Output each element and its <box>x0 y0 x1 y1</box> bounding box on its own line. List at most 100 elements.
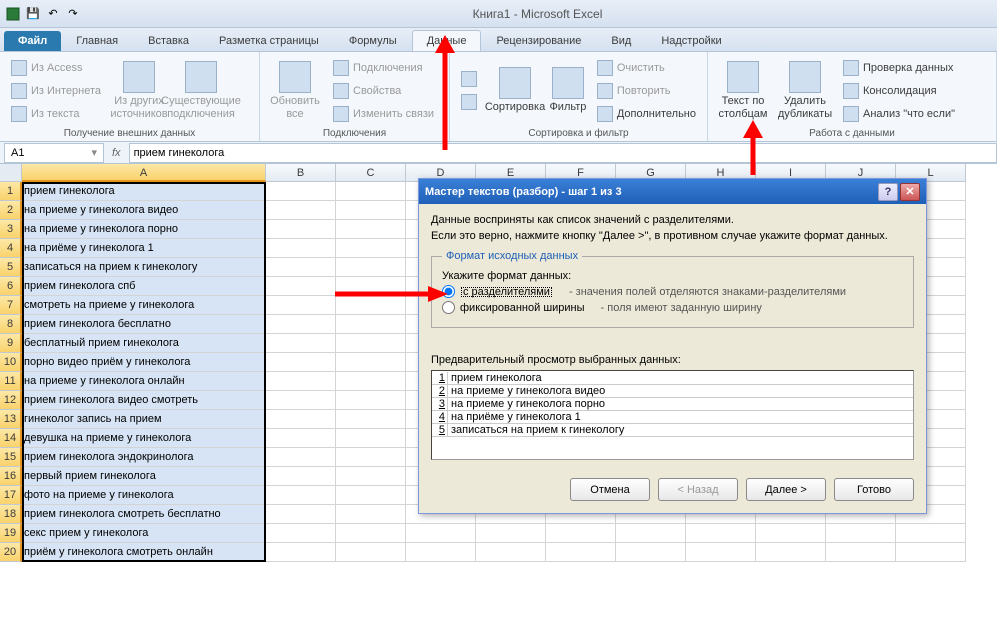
row-header[interactable]: 15 <box>0 448 22 467</box>
cell[interactable] <box>266 543 336 562</box>
cell[interactable] <box>336 334 406 353</box>
cell[interactable] <box>266 201 336 220</box>
row-header[interactable]: 8 <box>0 315 22 334</box>
cell[interactable] <box>546 524 616 543</box>
cell[interactable] <box>336 410 406 429</box>
cell[interactable]: прием гинеколога спб <box>22 277 266 296</box>
refresh-all-button[interactable]: Обновить все <box>266 58 324 124</box>
row-header[interactable]: 3 <box>0 220 22 239</box>
row-header[interactable]: 12 <box>0 391 22 410</box>
cell[interactable] <box>266 372 336 391</box>
cell[interactable]: фото на приеме у гинеколога <box>22 486 266 505</box>
cell[interactable] <box>336 258 406 277</box>
tab-insert[interactable]: Вставка <box>133 30 204 51</box>
dialog-titlebar[interactable]: Мастер текстов (разбор) - шаг 1 из 3 ? ✕ <box>419 179 926 204</box>
row-header[interactable]: 16 <box>0 467 22 486</box>
cell[interactable] <box>266 429 336 448</box>
cell[interactable] <box>336 486 406 505</box>
cell[interactable]: прием гинеколога смотреть бесплатно <box>22 505 266 524</box>
cell[interactable]: смотреть на приеме у гинеколога <box>22 296 266 315</box>
cell[interactable] <box>266 505 336 524</box>
cancel-button[interactable]: Отмена <box>570 478 650 501</box>
cell[interactable] <box>266 315 336 334</box>
cell[interactable] <box>266 296 336 315</box>
row-header[interactable]: 14 <box>0 429 22 448</box>
row-header[interactable]: 18 <box>0 505 22 524</box>
redo-icon[interactable]: ↷ <box>64 5 82 23</box>
cell[interactable] <box>616 543 686 562</box>
filter-button[interactable]: Фильтр <box>548 58 588 124</box>
cell[interactable] <box>266 353 336 372</box>
cell[interactable] <box>546 543 616 562</box>
from-other-sources-button[interactable]: Из других источников <box>110 58 168 124</box>
cell[interactable] <box>336 429 406 448</box>
consolidate-button[interactable]: Консолидация <box>838 80 960 102</box>
tab-addins[interactable]: Надстройки <box>646 30 736 51</box>
row-header[interactable]: 20 <box>0 543 22 562</box>
cell[interactable] <box>266 239 336 258</box>
cell[interactable]: гинеколог запись на прием <box>22 410 266 429</box>
cell[interactable]: бесплатный прием гинеколога <box>22 334 266 353</box>
dialog-help-button[interactable]: ? <box>878 183 898 201</box>
cell[interactable] <box>336 315 406 334</box>
cell[interactable] <box>336 277 406 296</box>
cell[interactable]: прием гинеколога <box>22 182 266 201</box>
row-header[interactable]: 4 <box>0 239 22 258</box>
name-box[interactable]: A1▾ <box>4 143 104 163</box>
edit-links-button[interactable]: Изменить связи <box>328 103 439 125</box>
radio-fixed-width-label[interactable]: фиксированной ширины <box>460 302 585 314</box>
tab-review[interactable]: Рецензирование <box>481 30 596 51</box>
cell[interactable] <box>266 334 336 353</box>
cell[interactable] <box>266 182 336 201</box>
cell[interactable] <box>336 391 406 410</box>
cell[interactable] <box>266 391 336 410</box>
fx-button[interactable]: fx <box>104 147 129 159</box>
cell[interactable] <box>336 543 406 562</box>
cell[interactable] <box>336 296 406 315</box>
tab-file[interactable]: Файл <box>4 31 61 51</box>
cell[interactable] <box>476 543 546 562</box>
row-header[interactable]: 1 <box>0 182 22 201</box>
cell[interactable]: на приеме у гинеколога порно <box>22 220 266 239</box>
back-button[interactable]: < Назад <box>658 478 738 501</box>
row-header[interactable]: 7 <box>0 296 22 315</box>
cell[interactable] <box>686 543 756 562</box>
cell[interactable] <box>336 505 406 524</box>
remove-duplicates-button[interactable]: Удалить дубликаты <box>776 58 834 124</box>
row-header[interactable]: 13 <box>0 410 22 429</box>
cell[interactable]: прием гинеколога видео смотреть <box>22 391 266 410</box>
formula-input[interactable]: прием гинеколога <box>129 143 997 163</box>
dialog-close-button[interactable]: ✕ <box>900 183 920 201</box>
undo-icon[interactable]: ↶ <box>44 5 62 23</box>
cell[interactable] <box>476 524 546 543</box>
row-header[interactable]: 19 <box>0 524 22 543</box>
cell[interactable] <box>336 372 406 391</box>
cell[interactable] <box>266 467 336 486</box>
radio-delimited[interactable] <box>442 285 455 298</box>
save-icon[interactable]: 💾 <box>24 5 42 23</box>
cell[interactable] <box>826 524 896 543</box>
cell[interactable] <box>266 448 336 467</box>
connections-button[interactable]: Подключения <box>328 57 439 79</box>
cell[interactable]: на приеме у гинеколога онлайн <box>22 372 266 391</box>
reapply-button[interactable]: Повторить <box>592 80 701 102</box>
sort-asc-button[interactable] <box>456 68 482 90</box>
cell[interactable] <box>336 448 406 467</box>
cell[interactable] <box>896 543 966 562</box>
column-header[interactable]: C <box>336 164 406 182</box>
radio-fixed-width[interactable] <box>442 301 455 314</box>
cell[interactable] <box>336 353 406 372</box>
cell[interactable] <box>686 524 756 543</box>
next-button[interactable]: Далее > <box>746 478 826 501</box>
cell[interactable] <box>336 201 406 220</box>
clear-button[interactable]: Очистить <box>592 57 701 79</box>
what-if-button[interactable]: Анализ "что если" <box>838 103 960 125</box>
tab-home[interactable]: Главная <box>61 30 133 51</box>
cell[interactable]: девушка на приеме у гинеколога <box>22 429 266 448</box>
from-access-button[interactable]: Из Access <box>6 57 106 79</box>
cell[interactable] <box>266 277 336 296</box>
cell[interactable] <box>406 543 476 562</box>
cell[interactable]: прием гинеколога эндокринолога <box>22 448 266 467</box>
cell[interactable]: секс прием у гинеколога <box>22 524 266 543</box>
cell[interactable] <box>896 524 966 543</box>
